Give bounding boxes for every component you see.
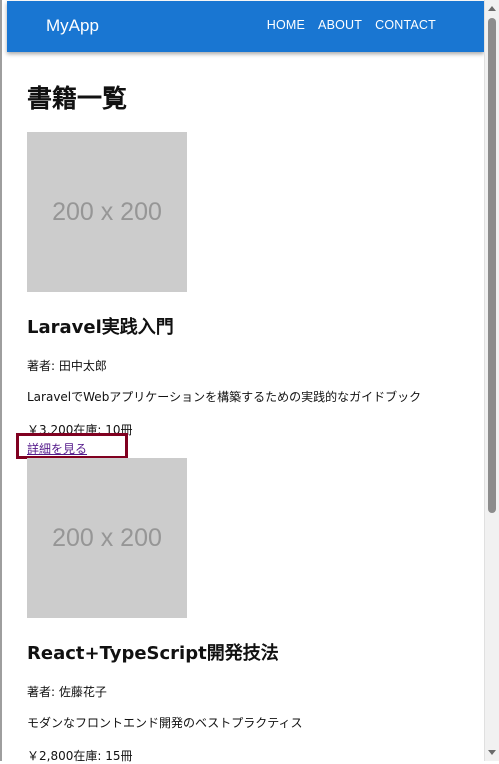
placeholder-label: 200 x 200 bbox=[52, 524, 162, 552]
nav-about[interactable]: ABOUT bbox=[318, 18, 362, 32]
nav-contact[interactable]: CONTACT bbox=[375, 18, 436, 32]
book-title: React+TypeScript開発技法 bbox=[27, 643, 279, 664]
placeholder-label: 200 x 200 bbox=[52, 198, 162, 226]
main-nav: HOME ABOUT CONTACT bbox=[267, 18, 436, 32]
book-price-stock: ￥2,800在庫: 15冊 bbox=[27, 749, 133, 763]
book-image-placeholder: 200 x 200 bbox=[27, 458, 187, 618]
window-edge bbox=[0, 0, 2, 761]
book-description: モダンなフロントエンド開発のベストプラクティス bbox=[27, 716, 303, 730]
book-title: Laravel実践入門 bbox=[27, 317, 174, 338]
browser-viewport: MyApp HOME ABOUT CONTACT 書籍一覧 200 x 200 … bbox=[0, 0, 499, 763]
book-image-placeholder: 200 x 200 bbox=[27, 132, 187, 292]
scroll-down-arrow-icon[interactable] bbox=[488, 750, 496, 755]
book-detail-link[interactable]: 詳細を見る bbox=[27, 441, 87, 457]
book-description: LaravelでWebアプリケーションを構築するための実践的なガイドブック bbox=[27, 390, 422, 404]
scrollbar-thumb[interactable] bbox=[488, 18, 496, 513]
book-author: 著者: 佐藤花子 bbox=[27, 685, 107, 699]
scroll-up-arrow-icon[interactable] bbox=[488, 6, 496, 11]
brand-logo-text[interactable]: MyApp bbox=[46, 16, 99, 36]
nav-home[interactable]: HOME bbox=[267, 18, 305, 32]
app-bar: MyApp HOME ABOUT CONTACT bbox=[7, 1, 484, 52]
vertical-scrollbar[interactable] bbox=[484, 0, 499, 761]
book-author: 著者: 田中太郎 bbox=[27, 359, 107, 373]
page-title: 書籍一覧 bbox=[27, 84, 128, 113]
book-price-stock: ￥3,200在庫: 10冊 bbox=[27, 423, 133, 437]
